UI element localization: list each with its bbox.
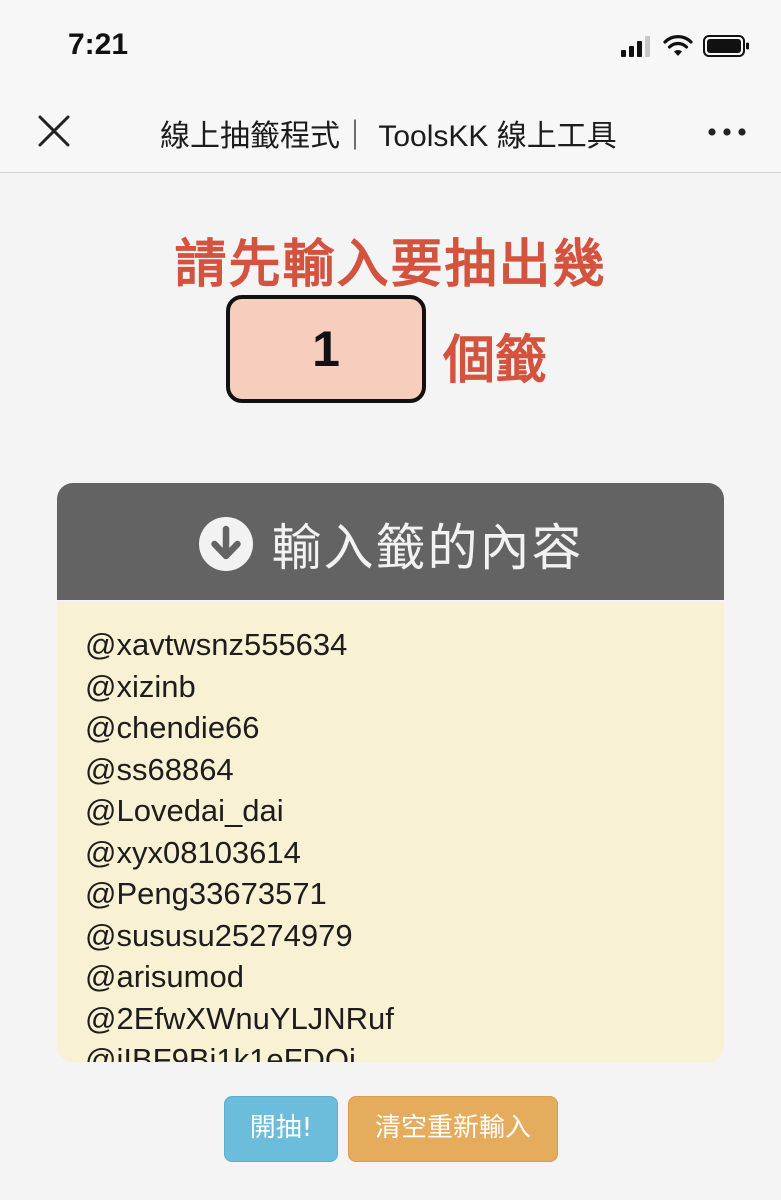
- close-icon[interactable]: [36, 113, 72, 149]
- entry-line: @arisumod: [85, 959, 244, 994]
- draw-button[interactable]: 開抽!: [224, 1096, 338, 1162]
- more-icon[interactable]: [707, 117, 747, 147]
- entry-line: @Lovedai_dai: [85, 793, 284, 828]
- entry-line: @sususu25274979: [85, 917, 353, 953]
- draw-count-suffix: 個籤: [443, 331, 548, 391]
- entry-line: @2EfwXWnuYLJNRuf: [85, 1000, 394, 1036]
- draw-count-prompt: 請先輸入要抽出幾: [174, 235, 607, 295]
- nav-bar: 線上抽籤程式｜ ToolsKK 線上工具: [0, 95, 781, 173]
- signal-icon: [621, 36, 650, 57]
- status-icons: [621, 34, 751, 58]
- entry-line: @xizinb: [85, 668, 196, 704]
- battery-icon: [703, 35, 749, 57]
- status-time: 7:21: [68, 28, 129, 61]
- entries-textarea[interactable]: @xavtwsnz555634 @xizinb @chendie66 @ss68…: [57, 602, 724, 1062]
- entry-line: @xyx08103614: [85, 834, 301, 870]
- arrow-down-circle-icon: [198, 516, 253, 571]
- entries-header: 輸入籤的內容: [57, 483, 724, 600]
- entries-header-label: 輸入籤的內容: [271, 518, 584, 577]
- page-title: 線上抽籤程式｜ ToolsKK 線上工具: [160, 120, 617, 153]
- draw-count-input[interactable]: [226, 295, 426, 403]
- entry-line: @jIBF9Bj1k1eFDQj: [85, 1042, 356, 1062]
- wifi-icon: [663, 35, 693, 56]
- entry-line: @xavtwsnz555634: [85, 627, 348, 662]
- entry-line: @ss68864: [85, 751, 234, 787]
- entry-line: @Peng33673571: [85, 876, 327, 911]
- clear-button[interactable]: 清空重新輸入: [348, 1096, 558, 1162]
- entry-line: @chendie66: [85, 710, 260, 745]
- status-bar: 7:21: [0, 0, 781, 95]
